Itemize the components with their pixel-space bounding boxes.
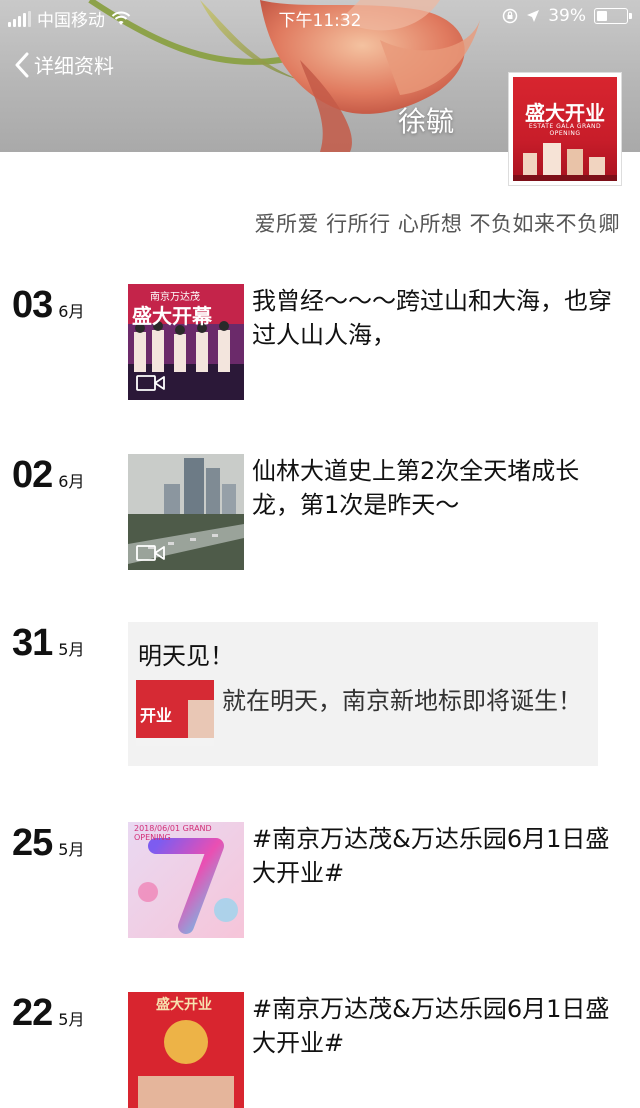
post-date: 02 6月 [12,454,84,497]
building-graphic [513,143,617,181]
status-bar: 中国移动 下午11:32 39% [0,0,640,34]
post-date: 25 5月 [12,822,84,865]
post-text[interactable]: #南京万达茂&万达乐园6月1日盛大开业# [252,822,612,920]
profile-signature: 爱所爱 行所行 心所想 不负如来不负卿 [254,212,620,236]
profile-name: 徐毓 [398,105,455,138]
location-icon [527,10,540,22]
post-day: 25 [12,822,53,864]
post-month: 6月 [58,302,85,321]
shared-link-card[interactable]: 明天见！ 开业 就在明天，南京新地标即将诞生！ [128,622,598,766]
post-text[interactable]: 我曾经～～～跨过山和大海，也穿过人山人海， [252,284,612,382]
post-month: 5月 [58,640,85,659]
post-text[interactable]: #南京万达茂&万达乐园6月1日盛大开业# [252,992,612,1090]
post-thumbnail[interactable]: 2018/06/01 GRAND OPENING [128,822,244,938]
chevron-left-icon [15,52,29,77]
post-month: 5月 [58,840,85,859]
post-thumbnail[interactable] [128,454,244,570]
post-date: 03 6月 [12,284,84,327]
post-month: 5月 [58,1010,85,1029]
post-date: 22 5月 [12,992,84,1035]
status-right: 39% [502,6,632,26]
post-month: 6月 [58,472,85,491]
back-button[interactable]: 详细资料 [14,50,114,79]
post-thumbnail[interactable]: 盛大开业 [128,992,244,1108]
post-text[interactable]: 仙林大道史上第2次全天堵成长龙，第1次是昨天～ [252,454,612,552]
avatar-title: 盛大开业 [525,101,605,125]
avatar[interactable]: 盛大开业 ESTATE GALA GRAND OPENING [508,72,622,186]
post-date: 31 5月 [12,622,84,665]
thumbnail-caption: 盛大开幕 [132,304,212,328]
battery-percent: 39% [548,6,586,26]
post-day: 31 [12,622,53,664]
post-day: 03 [12,284,53,326]
avatar-image: 盛大开业 ESTATE GALA GRAND OPENING [513,77,617,181]
share-text: 就在明天，南京新地标即将诞生！ [222,687,582,715]
video-icon [136,375,165,391]
orientation-lock-icon [502,8,518,24]
back-label: 详细资料 [34,54,114,78]
thumbnail-caption: 2018/06/01 GRAND OPENING [134,824,212,842]
post-thumbnail[interactable]: 南京万达茂 盛大开幕 [128,284,244,400]
post-day: 22 [12,992,53,1034]
share-title: 明天见！ [138,642,234,670]
post-day: 02 [12,454,53,496]
battery-icon [594,8,632,24]
thumbnail-caption: 盛大开业 [156,997,212,1013]
video-icon [136,545,165,561]
share-thumbnail-caption: 开业 [140,706,173,725]
share-thumbnail: 开业 [136,680,214,746]
